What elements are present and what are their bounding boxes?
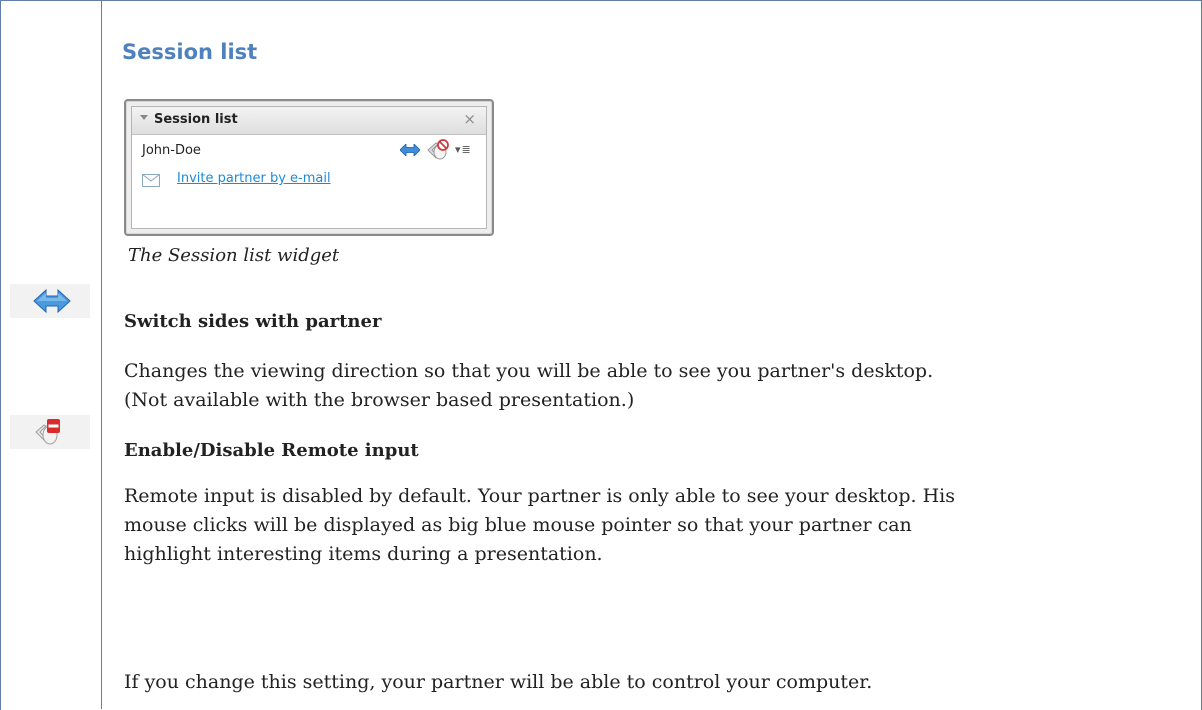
invite-row: Invite partner by e-mail xyxy=(132,166,486,194)
remote-input-disabled-icon xyxy=(10,415,90,449)
column-divider xyxy=(101,0,102,709)
description-line: (Not available with the browser based pr… xyxy=(124,389,635,411)
description-line: Remote input is disabled by default. You… xyxy=(124,485,955,507)
switch-sides-icon xyxy=(10,284,90,318)
partner-row[interactable]: John-Doe ▾≣ xyxy=(132,135,486,166)
remote-input-description: Remote input is disabled by default. You… xyxy=(124,482,1184,569)
remote-input-mouse-icon[interactable] xyxy=(426,139,450,165)
remote-input-warning: If you change this setting, your partner… xyxy=(124,668,1184,697)
switch-sides-icon[interactable] xyxy=(399,143,421,160)
remote-input-heading: Enable/Disable Remote input xyxy=(124,440,419,461)
session-list-widget: Session list × John-Doe ▾≣ Invite partne… xyxy=(124,99,494,236)
widget-caption: The Session list widget xyxy=(128,245,340,266)
description-line: mouse clicks will be displayed as big bl… xyxy=(124,514,912,536)
options-menu-icon[interactable]: ▾≣ xyxy=(455,143,472,156)
invite-partner-link[interactable]: Invite partner by e-mail xyxy=(177,171,331,186)
collapse-chevron-icon[interactable] xyxy=(140,115,148,120)
session-list-panel: Session list × John-Doe ▾≣ Invite partne… xyxy=(131,106,487,229)
warning-line: If you change this setting, your partner… xyxy=(124,671,873,693)
switch-sides-heading: Switch sides with partner xyxy=(124,311,382,332)
description-line: highlight interesting items during a pre… xyxy=(124,543,603,565)
section-title: Session list xyxy=(122,40,258,64)
description-line: Changes the viewing direction so that yo… xyxy=(124,360,934,382)
session-list-header[interactable]: Session list × xyxy=(132,107,486,135)
partner-name: John-Doe xyxy=(142,143,201,158)
mail-icon xyxy=(142,174,160,191)
close-icon[interactable]: × xyxy=(463,110,476,128)
session-list-header-title: Session list xyxy=(154,112,238,127)
switch-sides-description: Changes the viewing direction so that yo… xyxy=(124,357,1184,415)
